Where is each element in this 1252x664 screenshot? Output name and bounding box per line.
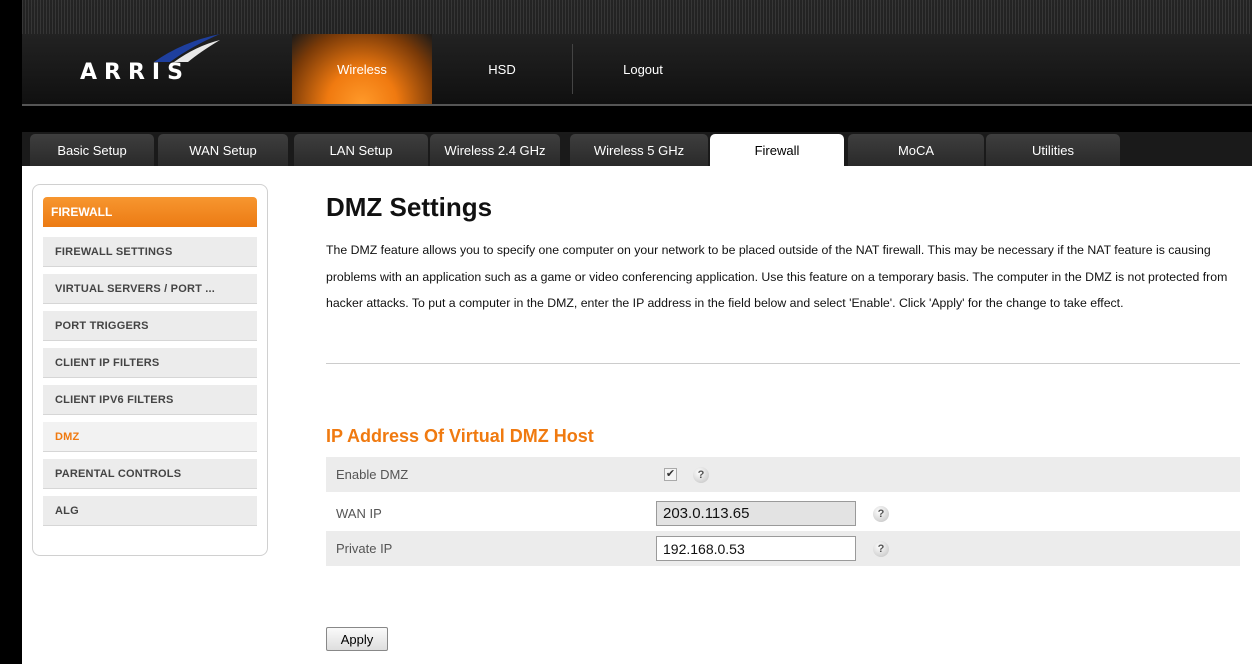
- sidebar-header: FIREWALL: [43, 197, 257, 227]
- logo-text: ARRIS: [80, 60, 190, 85]
- enable-dmz-label: Enable DMZ: [336, 467, 409, 482]
- apply-button[interactable]: Apply: [326, 627, 388, 651]
- tab-wireless-5[interactable]: Wireless 5 GHz: [570, 134, 708, 166]
- arris-logo: ARRIS: [62, 26, 220, 86]
- tab-moca[interactable]: MoCA: [848, 134, 984, 166]
- header-gap: [22, 106, 1252, 132]
- tab-basic-setup[interactable]: Basic Setup: [30, 134, 154, 166]
- tab-lan-setup[interactable]: LAN Setup: [294, 134, 428, 166]
- sidebar-item-client-ipv6-filters[interactable]: CLIENT IPV6 FILTERS: [43, 385, 257, 415]
- sidebar-item-port-triggers[interactable]: PORT TRIGGERS: [43, 311, 257, 341]
- left-border-strip: [0, 0, 22, 664]
- topnav-logout[interactable]: Logout: [573, 34, 713, 104]
- tab-wan-setup[interactable]: WAN Setup: [158, 134, 288, 166]
- enable-dmz-row: Enable DMZ ✔ ?: [326, 457, 1240, 492]
- help-icon[interactable]: ?: [873, 540, 889, 557]
- sidebar-item-alg[interactable]: ALG: [43, 496, 257, 526]
- help-icon[interactable]: ?: [873, 505, 889, 522]
- divider: [326, 363, 1240, 364]
- wan-ip-label: WAN IP: [336, 506, 382, 521]
- top-navigation: Wireless HSD Logout: [292, 34, 713, 104]
- sidebar: FIREWALL FIREWALL SETTINGS VIRTUAL SERVE…: [32, 184, 268, 556]
- tab-bar: Basic Setup WAN Setup LAN Setup Wireless…: [22, 132, 1252, 166]
- sidebar-item-firewall-settings[interactable]: FIREWALL SETTINGS: [43, 237, 257, 267]
- page-title: DMZ Settings: [326, 192, 493, 222]
- tab-utilities[interactable]: Utilities: [986, 134, 1120, 166]
- page-description: The DMZ feature allows you to specify on…: [326, 243, 1228, 310]
- help-icon[interactable]: ?: [693, 466, 709, 483]
- wan-ip-field: [656, 501, 856, 526]
- topnav-hsd[interactable]: HSD: [432, 34, 572, 104]
- section-title: IP Address Of Virtual DMZ Host: [326, 426, 594, 446]
- enable-dmz-checkbox[interactable]: ✔: [664, 468, 677, 481]
- private-ip-row: Private IP ?: [326, 531, 1240, 566]
- private-ip-label: Private IP: [336, 541, 393, 556]
- tab-firewall[interactable]: Firewall: [710, 134, 844, 166]
- topnav-wireless[interactable]: Wireless: [292, 34, 432, 104]
- sidebar-item-parental-controls[interactable]: PARENTAL CONTROLS: [43, 459, 257, 489]
- header-bar: ARRIS Wireless HSD Logout: [22, 0, 1252, 106]
- sidebar-item-dmz[interactable]: DMZ: [43, 422, 257, 452]
- wan-ip-row: WAN IP ?: [326, 496, 1240, 531]
- tab-wireless-2-4[interactable]: Wireless 2.4 GHz: [430, 134, 560, 166]
- sidebar-item-virtual-servers[interactable]: VIRTUAL SERVERS / PORT ...: [43, 274, 257, 304]
- sidebar-item-client-ip-filters[interactable]: CLIENT IP FILTERS: [43, 348, 257, 378]
- private-ip-field[interactable]: [656, 536, 856, 561]
